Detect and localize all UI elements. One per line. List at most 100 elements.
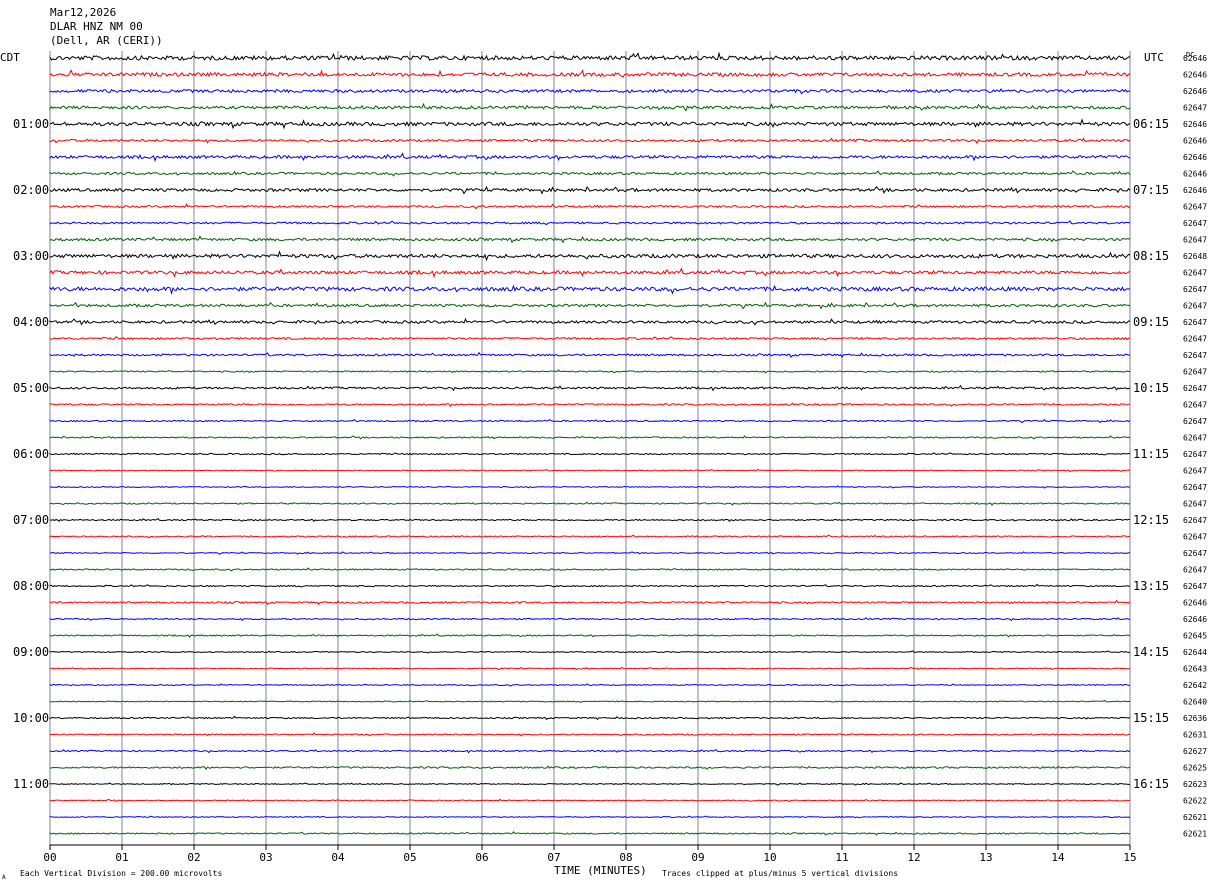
local-hour-label: 06:00 <box>13 447 49 461</box>
trace-line <box>49 567 1131 572</box>
trace-line <box>49 583 1131 588</box>
dc-offset-label: 62645 <box>1183 632 1207 641</box>
dc-offset-label: 62647 <box>1183 516 1207 525</box>
trace-line <box>49 51 1131 62</box>
trace-line <box>49 715 1131 721</box>
trace-line <box>49 517 1131 523</box>
dc-offset-label: 62647 <box>1183 533 1207 542</box>
trace-line <box>49 650 1131 654</box>
scale-note: Each Vertical Division = 200.00 microvol… <box>20 869 222 878</box>
x-tick-label: 05 <box>403 851 416 864</box>
dc-offset-label: 62647 <box>1183 269 1207 278</box>
trace-line <box>49 617 1131 622</box>
dc-offset-label: 62647 <box>1183 302 1207 311</box>
dc-offset-label: 62646 <box>1183 54 1207 63</box>
x-tick-label: 07 <box>547 851 560 864</box>
trace-line <box>49 699 1130 703</box>
helicorder-plot: Mar12,2026 DLAR HNZ NM 00 (Dell, AR (CER… <box>0 6 1207 881</box>
dc-offset-label: 62646 <box>1183 615 1207 624</box>
dc-offset-label: 62647 <box>1183 351 1207 360</box>
x-tick-label: 00 <box>43 851 56 864</box>
left-timezone-label: CDT <box>0 51 20 64</box>
trace-line <box>49 551 1131 555</box>
dc-offset-label: 62647 <box>1183 236 1207 245</box>
trace-line <box>49 69 1131 78</box>
trace-line <box>49 203 1131 210</box>
trace-line <box>49 732 1131 737</box>
dc-offset-label: 62621 <box>1183 830 1207 839</box>
dc-offset-label: 62625 <box>1183 764 1207 773</box>
dc-offset-label: 62647 <box>1183 384 1207 393</box>
trace-line <box>49 748 1131 754</box>
x-tick-label: 15 <box>1123 851 1136 864</box>
right-timezone-label: UTC <box>1144 51 1164 64</box>
dc-offset-label: 62621 <box>1183 813 1207 822</box>
x-tick-label: 01 <box>115 851 128 864</box>
dc-offset-label: 62647 <box>1183 318 1207 327</box>
trace-line <box>49 102 1131 112</box>
dc-offset-label: 62642 <box>1183 681 1207 690</box>
dc-offset-label: 62647 <box>1183 582 1207 591</box>
dc-offset-label: 62646 <box>1183 87 1207 96</box>
trace-line <box>49 137 1131 145</box>
trace-line <box>49 170 1131 177</box>
dc-offset-label: 62648 <box>1183 252 1207 261</box>
dc-offset-label: 62647 <box>1183 104 1207 113</box>
x-tick-label: 13 <box>979 851 992 864</box>
dc-offset-label: 62646 <box>1183 599 1207 608</box>
dc-offset-label: 62646 <box>1183 153 1207 162</box>
trace-line <box>49 369 1130 374</box>
trace-line <box>49 267 1131 278</box>
dc-offset-label: 62640 <box>1183 698 1207 707</box>
utc-hour-label: 15:15 <box>1133 711 1169 725</box>
dc-offset-label: 62647 <box>1183 401 1207 410</box>
utc-hour-label: 08:15 <box>1133 249 1169 263</box>
trace-line <box>49 599 1131 606</box>
dc-offset-label: 62647 <box>1183 368 1207 377</box>
utc-hour-label: 14:15 <box>1133 645 1169 659</box>
x-tick-label: 09 <box>691 851 704 864</box>
header-station: DLAR HNZ NM 00 <box>50 20 143 33</box>
dc-offset-label: 62646 <box>1183 186 1207 195</box>
dc-offset-label: 62622 <box>1183 797 1207 806</box>
trace-line <box>49 683 1130 687</box>
trace-line <box>49 220 1131 226</box>
dc-offset-label: 62646 <box>1183 170 1207 179</box>
dc-offset-label: 62646 <box>1183 120 1207 129</box>
utc-hour-label: 11:15 <box>1133 447 1169 461</box>
trace-line <box>49 418 1131 424</box>
trace-line <box>49 468 1131 473</box>
dc-offset-label: 62646 <box>1183 137 1207 146</box>
trace-line <box>49 485 1131 489</box>
trace-line <box>49 284 1131 296</box>
utc-hour-label: 10:15 <box>1133 381 1169 395</box>
dc-offset-label: 62647 <box>1183 434 1207 443</box>
trace-line <box>49 317 1131 326</box>
header-location: (Dell, AR (CERI)) <box>50 34 163 47</box>
x-tick-label: 11 <box>835 851 848 864</box>
x-tick-label: 08 <box>619 851 632 864</box>
trace-line <box>49 402 1131 408</box>
corner-mark: A <box>2 874 6 881</box>
x-tick-label: 02 <box>187 851 200 864</box>
utc-hour-label: 06:15 <box>1133 117 1169 131</box>
dc-offset-label: 62647 <box>1183 467 1207 476</box>
local-hour-label: 09:00 <box>13 645 49 659</box>
dc-offset-label: 62647 <box>1183 450 1207 459</box>
trace-line <box>49 235 1131 244</box>
local-hour-label: 05:00 <box>13 381 49 395</box>
trace-line <box>49 152 1131 162</box>
local-hour-label: 08:00 <box>13 579 49 593</box>
local-hour-label: 04:00 <box>13 315 49 329</box>
trace-line <box>49 831 1131 836</box>
dc-offset-label: 62646 <box>1183 71 1207 80</box>
local-hour-label: 01:00 <box>13 117 49 131</box>
trace-line <box>49 501 1131 506</box>
x-axis-title: TIME (MINUTES) <box>554 864 647 877</box>
axis-labels: 00 01 02 03 04 05 06 07 08 09 10 11 12 13 14 15 62646 626… <box>13 54 1207 864</box>
dc-offset-label: 62647 <box>1183 335 1207 344</box>
trace-line <box>49 765 1131 771</box>
x-tick-label: 03 <box>259 851 272 864</box>
local-hour-label: 10:00 <box>13 711 49 725</box>
trace-line <box>49 384 1131 392</box>
